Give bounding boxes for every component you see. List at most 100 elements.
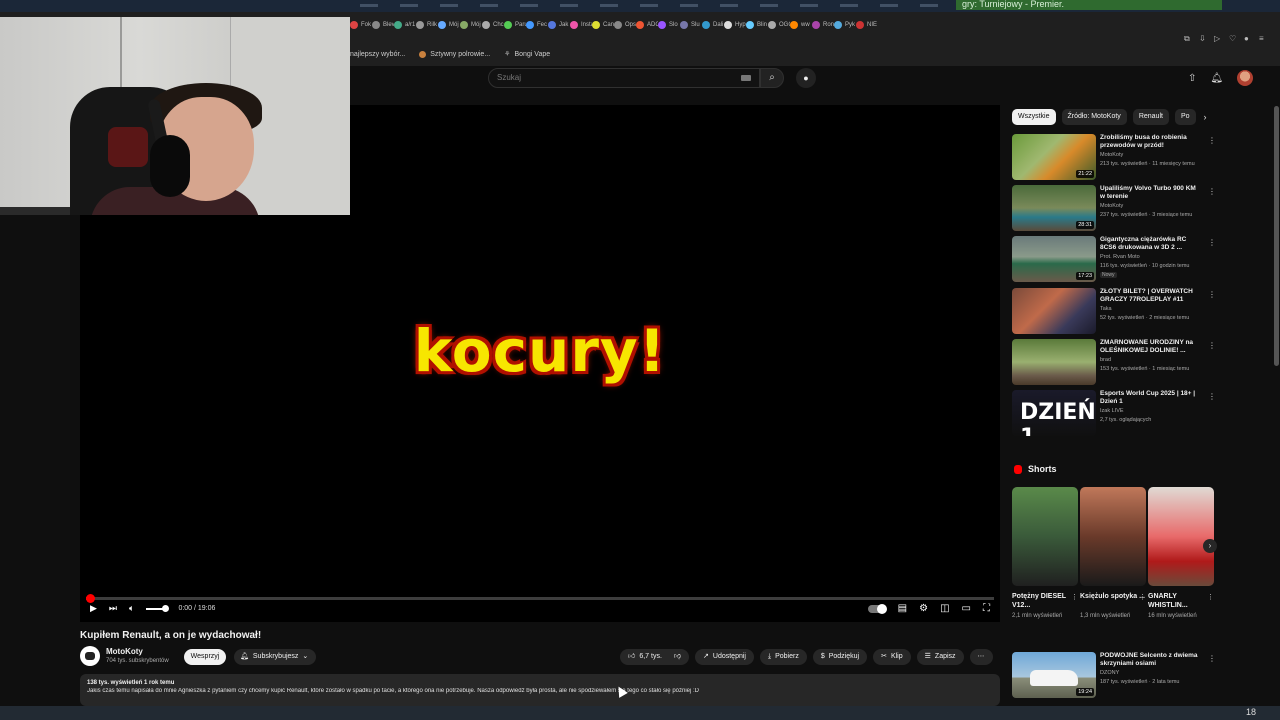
- progress-scrubber[interactable]: [85, 594, 95, 603]
- bookmark-item[interactable]: ⚘ Bongi Vape: [504, 50, 550, 59]
- heart-icon[interactable]: ♡: [1229, 34, 1238, 43]
- miniplayer-icon[interactable]: ◫: [940, 603, 949, 614]
- bookmark-item[interactable]: Ron: [812, 21, 834, 29]
- video-title[interactable]: Zrobiliśmy busa do robienia przewodów w …: [1100, 134, 1202, 150]
- like-button[interactable]: 👍︎ 6,7 tys. 👎︎: [620, 649, 690, 665]
- video-title[interactable]: Gigantyczna ciężarówka RC 8CS6 drukowana…: [1100, 236, 1202, 252]
- video-thumbnail[interactable]: 28:31: [1012, 185, 1096, 231]
- short-thumbnail[interactable]: [1080, 487, 1146, 586]
- more-button[interactable]: ⋯: [969, 649, 993, 665]
- bookmark-item[interactable]: Hyp: [724, 21, 746, 29]
- video-title[interactable]: ZMARNOWANE URODZINY na OLEŚNIKOWEJ DOLIN…: [1100, 339, 1202, 355]
- short-title[interactable]: GNARLY WHISTLIN...: [1148, 592, 1214, 612]
- volume-slider[interactable]: [146, 604, 170, 612]
- play-icon[interactable]: ▷: [1214, 34, 1223, 43]
- profile-icon[interactable]: ●: [1244, 34, 1253, 43]
- clip-button[interactable]: ✂ Klip: [873, 649, 911, 665]
- kebab-icon[interactable]: ⋮: [1071, 593, 1078, 601]
- short-thumbnail[interactable]: [1012, 487, 1078, 586]
- bookmark-item[interactable]: Slo: [658, 21, 680, 29]
- short-item[interactable]: Potężny DIESEL V12... 2,1 mln wyświetleń ⋮: [1012, 487, 1078, 620]
- bookmark-item[interactable]: Slu: [680, 21, 702, 29]
- volume-icon[interactable]: 🔈︎: [129, 603, 134, 614]
- kebab-icon[interactable]: ⋮: [1139, 593, 1146, 601]
- join-button[interactable]: Wesprzyj: [184, 649, 226, 665]
- chevron-right-icon[interactable]: ›: [1203, 539, 1217, 553]
- kebab-icon[interactable]: ⋮: [1208, 238, 1216, 247]
- bookmark-item[interactable]: ADC: [636, 21, 658, 29]
- kebab-icon[interactable]: ⋮: [1208, 341, 1216, 350]
- download-button[interactable]: ⤓ Pobierz: [759, 649, 807, 665]
- list-item[interactable]: 21:22 Zrobiliśmy busa do robienia przewod…: [1012, 134, 1216, 182]
- bookmark-item[interactable]: Fok: [350, 21, 372, 29]
- kebab-icon[interactable]: ⋮: [1208, 654, 1216, 663]
- extensions-icon[interactable]: ⧉: [1184, 34, 1193, 43]
- bookmark-item[interactable]: Ops: [614, 21, 636, 29]
- settings-icon[interactable]: ⚙: [919, 603, 928, 614]
- kebab-icon[interactable]: ⋮: [1208, 136, 1216, 145]
- video-title[interactable]: Esports World Cup 2025 | 18+ | Dzień 1: [1100, 390, 1202, 406]
- chip-renault[interactable]: Renault: [1132, 109, 1169, 125]
- short-item[interactable]: GNARLY WHISTLIN... 16 mln wyświetleń ⋮: [1148, 487, 1214, 620]
- bookmark-item[interactable]: Pyk: [834, 21, 856, 29]
- share-button[interactable]: ↗ Udostępnij: [695, 649, 754, 665]
- search-button[interactable]: ⌕: [760, 68, 784, 88]
- list-item[interactable]: 19:24 PODWÓJNE Selcento z dwiema skrzyni…: [1012, 652, 1216, 700]
- bookmark-item[interactable]: Sztywny polrowie...: [419, 50, 490, 58]
- video-title[interactable]: PODWÓJNE Selcento z dwiema skrzyniami os…: [1100, 652, 1202, 668]
- kebab-icon[interactable]: ⋮: [1208, 290, 1216, 299]
- chip-source[interactable]: Źródło: MotoKoty: [1061, 109, 1127, 125]
- bookmark-item[interactable]: Rilk: [416, 21, 438, 29]
- video-thumbnail[interactable]: DZIEŃ 1: [1012, 390, 1096, 436]
- bookmark-item[interactable]: NIE: [856, 21, 878, 29]
- progress-bar[interactable]: [85, 594, 994, 603]
- subscribed-button[interactable]: 🔔︎ Subskrybujesz ⌄: [234, 649, 316, 665]
- list-item[interactable]: ZŁOTY BILET? | OVERWATCH GRACZY 77ROLEPL…: [1012, 288, 1216, 336]
- video-thumbnail[interactable]: [1012, 339, 1096, 385]
- bookmark-item[interactable]: Fec: [526, 21, 548, 29]
- fullscreen-icon[interactable]: ⛶: [983, 603, 990, 614]
- video-thumbnail[interactable]: 19:24: [1012, 652, 1096, 698]
- save-button[interactable]: ☰ Zapisz: [916, 649, 964, 665]
- bookmark-item[interactable]: a/r1: [394, 21, 416, 29]
- bell-icon[interactable]: 🔔︎: [1210, 73, 1223, 84]
- bookmark-item[interactable]: Blin: [746, 21, 768, 29]
- bookmark-item[interactable]: Mój: [460, 21, 482, 29]
- bookmark-item[interactable]: Blev: [372, 21, 394, 29]
- thanks-button[interactable]: $ Podziękuj: [812, 649, 868, 665]
- next-icon[interactable]: ⏭: [109, 603, 117, 614]
- bookmark-item[interactable]: OGG: [768, 21, 790, 29]
- bookmark-item[interactable]: Jak: [548, 21, 570, 29]
- play-icon[interactable]: ▶: [90, 603, 97, 614]
- download-icon[interactable]: ⇩: [1199, 34, 1208, 43]
- bookmark-item[interactable]: Mój: [438, 21, 460, 29]
- bookmark-item[interactable]: Insta: [570, 21, 592, 29]
- kebab-icon[interactable]: ⋮: [1208, 187, 1216, 196]
- chip-more[interactable]: Po: [1174, 109, 1196, 125]
- kebab-icon[interactable]: ⋮: [1208, 392, 1216, 401]
- channel-name[interactable]: MotoKoty: [106, 647, 143, 656]
- thumbs-down-icon[interactable]: 👎︎: [674, 649, 681, 665]
- video-thumbnail[interactable]: [1012, 288, 1096, 334]
- autoplay-toggle[interactable]: [867, 603, 887, 614]
- video-thumbnail[interactable]: 21:22: [1012, 134, 1096, 180]
- avatar[interactable]: [1237, 70, 1254, 86]
- menu-icon[interactable]: ≡: [1259, 34, 1268, 43]
- chip-all[interactable]: Wszystkie: [1012, 109, 1056, 125]
- theater-icon[interactable]: ▭: [962, 603, 971, 614]
- search-input[interactable]: Szukaj: [488, 68, 760, 88]
- short-thumbnail[interactable]: [1148, 487, 1214, 586]
- scrollbar[interactable]: [1274, 106, 1279, 366]
- bookmark-item[interactable]: Dali: [702, 21, 724, 29]
- short-item[interactable]: Księżulo spotyka ... 1,3 mln wyświetleń ⋮: [1080, 487, 1146, 620]
- upload-icon[interactable]: ⇧: [1188, 73, 1196, 84]
- video-title[interactable]: Upaliliśmy Volvo Turbo 900 KM w terenie: [1100, 185, 1202, 201]
- channel-avatar[interactable]: [80, 646, 100, 666]
- bookmark-item[interactable]: Paru: [504, 21, 526, 29]
- bookmark-item[interactable]: Chc: [482, 21, 504, 29]
- description-box[interactable]: 138 tys. wyświetleń 1 rok temu Jakiś cza…: [80, 674, 1000, 706]
- list-item[interactable]: 17:23 Gigantyczna ciężarówka RC 8CS6 druk…: [1012, 236, 1216, 284]
- video-thumbnail[interactable]: 17:23: [1012, 236, 1096, 282]
- subtitles-icon[interactable]: ▤: [898, 603, 907, 614]
- bookmark-item[interactable]: ww: [790, 21, 812, 29]
